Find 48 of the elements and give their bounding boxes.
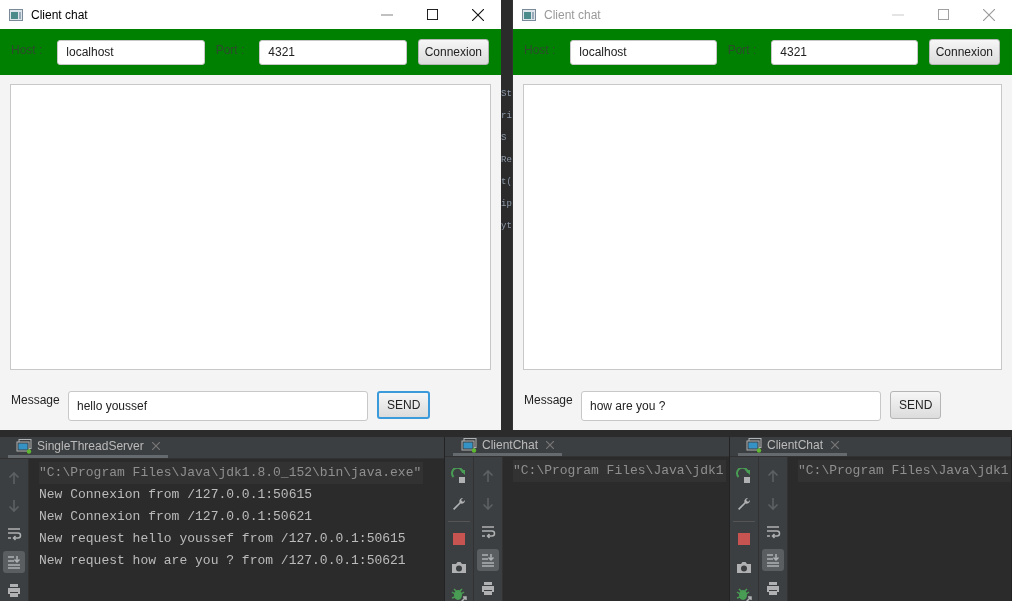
- window-title: Client chat: [544, 7, 602, 22]
- scroll-end-icon[interactable]: [6, 554, 22, 570]
- rerun-icon: [736, 468, 750, 483]
- scroll-end-icon[interactable]: [765, 552, 781, 568]
- console-line: New Connexion from /127.0.0.1:50615: [39, 486, 313, 504]
- wrench-icon: [453, 498, 465, 510]
- code-fragment: St: [501, 88, 512, 101]
- rerun-icon: [451, 468, 465, 483]
- message-label: Message: [524, 393, 574, 407]
- code-fragment: Re: [501, 154, 512, 167]
- send-button[interactable]: SEND: [890, 391, 942, 419]
- camera-icon: [452, 562, 466, 573]
- host-field[interactable]: localhost: [57, 39, 205, 65]
- code-fragment: t(: [501, 176, 512, 189]
- maximize-icon[interactable]: [427, 9, 438, 20]
- print-icon[interactable]: [6, 582, 22, 598]
- stop-icon: [453, 533, 465, 545]
- close-icon[interactable]: [472, 8, 484, 21]
- wrench-icon: [738, 498, 750, 510]
- window-title: Client chat: [31, 7, 89, 22]
- wrap-icon[interactable]: [765, 524, 781, 540]
- console-line: New request hello youssef from /127.0.0.1:50615: [39, 530, 406, 548]
- connect-button[interactable]: Connexion: [417, 39, 489, 65]
- code-fragment: S: [501, 132, 508, 145]
- console-line: New Connexion from /127.0.0.1:50621: [39, 508, 313, 526]
- wrap-icon[interactable]: [480, 524, 496, 540]
- stop-icon: [738, 533, 750, 545]
- code-fragment: ri: [501, 110, 512, 123]
- scroll-end-icon[interactable]: [480, 552, 496, 568]
- message-field[interactable]: hello youssef: [68, 391, 368, 421]
- app-icon: [522, 8, 536, 21]
- send-button[interactable]: SEND: [377, 391, 431, 419]
- connect-button[interactable]: Connexion: [928, 39, 1000, 65]
- print-icon[interactable]: [765, 580, 781, 596]
- app-icon: [9, 8, 23, 21]
- debug-icon: [451, 588, 467, 601]
- code-fragment: ip: [501, 198, 512, 211]
- code-fragment: yt: [501, 220, 512, 233]
- wrap-icon[interactable]: [6, 526, 22, 542]
- port-field[interactable]: 4321: [771, 39, 918, 65]
- message-field[interactable]: how are you ?: [581, 391, 881, 421]
- message-label: Message: [11, 393, 61, 407]
- host-field[interactable]: localhost: [570, 39, 717, 65]
- camera-icon: [737, 562, 751, 573]
- port-field[interactable]: 4321: [259, 39, 407, 65]
- print-icon[interactable]: [480, 580, 496, 596]
- debug-icon: [736, 588, 752, 601]
- console-line: New request how are you ? from /127.0.0.1:50621: [39, 552, 406, 570]
